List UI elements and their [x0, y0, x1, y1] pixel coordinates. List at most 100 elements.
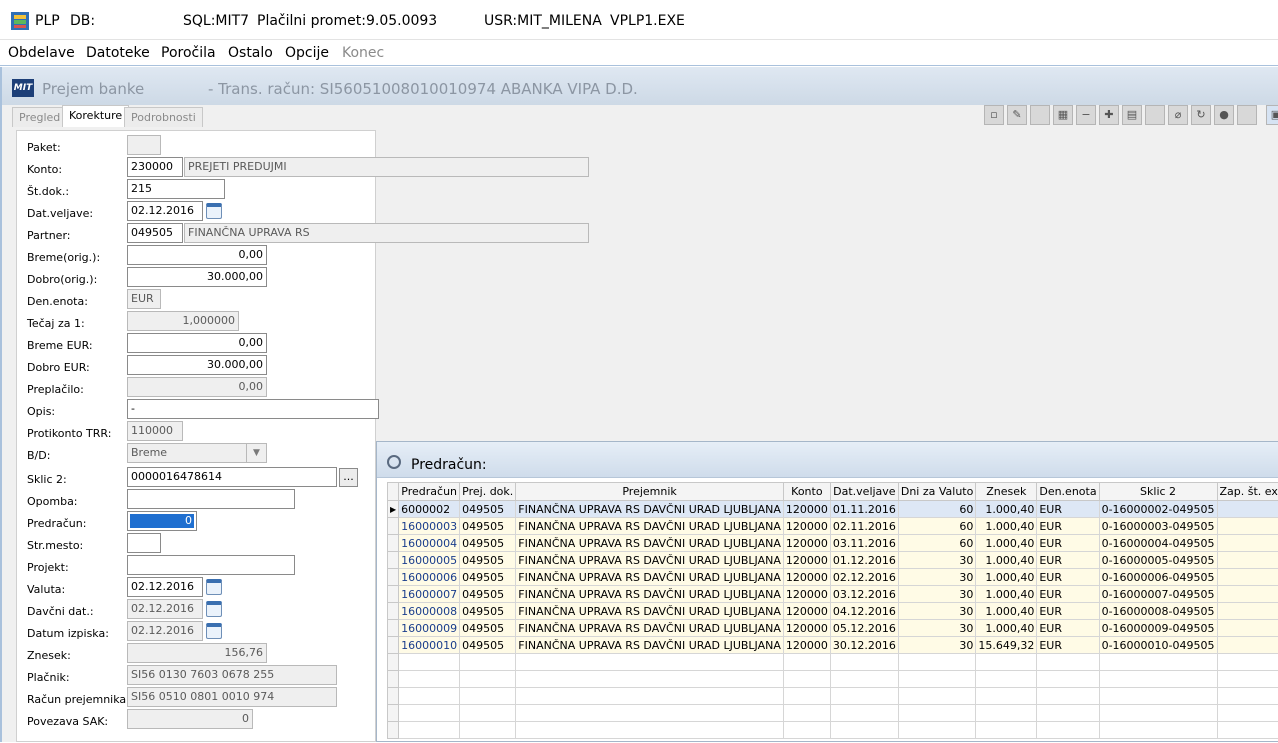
table-cell[interactable]: FINANČNA UPRAVA RS DAVČNI URAD LJUBLJANA — [516, 586, 784, 603]
table-row[interactable]: 16000004049505FINANČNA UPRAVA RS DAVČNI … — [388, 535, 1278, 552]
predracun-field[interactable]: 0 — [127, 511, 197, 531]
table-cell[interactable]: 30.12.2016 — [830, 637, 898, 654]
valuta-field[interactable]: 02.12.2016 — [127, 577, 203, 597]
chevron-down-icon[interactable]: ▼ — [246, 444, 266, 463]
table-cell[interactable]: 30 — [898, 569, 976, 586]
table-cell[interactable]: EUR — [1037, 535, 1099, 552]
table-cell[interactable]: 120000 — [783, 535, 830, 552]
table-cell[interactable]: 0 — [1217, 637, 1278, 654]
table-cell[interactable]: FINANČNA UPRAVA RS DAVČNI URAD LJUBLJANA — [516, 535, 784, 552]
table-cell[interactable] — [898, 688, 976, 705]
table-cell[interactable]: 30 — [898, 620, 976, 637]
grid-icon[interactable]: ▦ — [1053, 105, 1073, 125]
table-cell[interactable] — [1037, 705, 1099, 722]
table-cell[interactable] — [783, 671, 830, 688]
projekt-field[interactable] — [127, 555, 295, 575]
table-cell[interactable]: 16000009 — [399, 620, 460, 637]
table-cell[interactable]: 0-16000010-049505 — [1099, 637, 1217, 654]
breme-eur-field[interactable]: 0,00 — [127, 333, 267, 353]
opis-field[interactable]: - — [127, 399, 379, 419]
dobro-eur-field[interactable]: 30.000,00 — [127, 355, 267, 375]
table-cell[interactable]: 120000 — [783, 620, 830, 637]
table-cell[interactable] — [516, 705, 784, 722]
table-cell[interactable]: 60 — [898, 518, 976, 535]
table-cell[interactable] — [830, 688, 898, 705]
table-cell[interactable]: 0-16000008-049505 — [1099, 603, 1217, 620]
table-cell[interactable] — [830, 654, 898, 671]
konto-field[interactable]: 230000 — [127, 157, 183, 177]
save-icon[interactable]: ▣ — [1266, 105, 1278, 125]
column-header[interactable]: Konto — [783, 483, 830, 501]
paket-field[interactable] — [127, 135, 161, 155]
table-cell[interactable] — [399, 671, 460, 688]
menu-konec[interactable]: Konec — [342, 45, 384, 61]
table-cell[interactable]: 6000002 — [399, 501, 460, 518]
table-cell[interactable]: 120000 — [783, 586, 830, 603]
table-cell[interactable] — [399, 722, 460, 739]
table-cell[interactable] — [1217, 705, 1278, 722]
table-cell[interactable] — [399, 705, 460, 722]
table-cell[interactable] — [516, 722, 784, 739]
table-row[interactable]: 16000003049505FINANČNA UPRAVA RS DAVČNI … — [388, 518, 1278, 535]
table-cell[interactable]: 16000010 — [399, 637, 460, 654]
table-cell[interactable]: 120000 — [783, 637, 830, 654]
partner-field[interactable]: 049505 — [127, 223, 183, 243]
table-cell[interactable]: 04.12.2016 — [830, 603, 898, 620]
table-cell[interactable]: 0-16000002-049505 — [1099, 501, 1217, 518]
menu-porocila[interactable]: Poročila — [161, 45, 216, 61]
table-cell[interactable]: EUR — [1037, 552, 1099, 569]
table-cell[interactable] — [1099, 722, 1217, 739]
table-cell[interactable]: 120000 — [783, 603, 830, 620]
table-cell[interactable]: 049505 — [460, 637, 516, 654]
table-cell[interactable]: 0 — [1217, 501, 1278, 518]
table-cell[interactable]: EUR — [1037, 620, 1099, 637]
dobro-orig-field[interactable]: 30.000,00 — [127, 267, 267, 287]
table-cell[interactable]: 60 — [898, 501, 976, 518]
table-cell[interactable] — [460, 654, 516, 671]
table-cell[interactable]: 120000 — [783, 552, 830, 569]
table-row[interactable] — [388, 722, 1278, 739]
tab-korekture[interactable]: Korekture — [62, 105, 129, 127]
table-cell[interactable]: FINANČNA UPRAVA RS DAVČNI URAD LJUBLJANA — [516, 603, 784, 620]
table-cell[interactable]: FINANČNA UPRAVA RS DAVČNI URAD LJUBLJANA — [516, 637, 784, 654]
edit-pencil-icon[interactable]: ✎ — [1007, 105, 1027, 125]
menu-obdelave[interactable]: Obdelave — [8, 45, 75, 61]
table-row[interactable]: ▶6000002049505FINANČNA UPRAVA RS DAVČNI … — [388, 501, 1278, 518]
table-cell[interactable]: 30 — [898, 637, 976, 654]
table-cell[interactable] — [516, 688, 784, 705]
table-cell[interactable]: 15.649,32 — [976, 637, 1037, 654]
table-cell[interactable] — [898, 722, 976, 739]
table-cell[interactable]: 16000003 — [399, 518, 460, 535]
table-cell[interactable]: EUR — [1037, 518, 1099, 535]
table-cell[interactable]: 60 — [898, 535, 976, 552]
table-cell[interactable]: 16000007 — [399, 586, 460, 603]
table-cell[interactable]: 0-16000005-049505 — [1099, 552, 1217, 569]
column-header[interactable]: Prej. dok. — [460, 483, 516, 501]
table-cell[interactable] — [976, 705, 1037, 722]
table-cell[interactable]: 0 — [1217, 569, 1278, 586]
table-cell[interactable] — [898, 671, 976, 688]
table-row[interactable] — [388, 705, 1278, 722]
table-cell[interactable] — [830, 722, 898, 739]
document-icon[interactable]: ▤ — [1122, 105, 1142, 125]
calendar-icon[interactable] — [206, 203, 222, 219]
calendar-icon[interactable] — [206, 601, 222, 617]
table-cell[interactable] — [1217, 654, 1278, 671]
table-cell[interactable]: 1.000,40 — [976, 501, 1037, 518]
table-cell[interactable] — [898, 654, 976, 671]
table-cell[interactable]: 049505 — [460, 586, 516, 603]
table-cell[interactable] — [783, 705, 830, 722]
table-cell[interactable] — [460, 671, 516, 688]
table-row[interactable] — [388, 654, 1278, 671]
table-row[interactable]: 16000005049505FINANČNA UPRAVA RS DAVČNI … — [388, 552, 1278, 569]
table-cell[interactable]: 1.000,40 — [976, 603, 1037, 620]
sklic2-field[interactable]: 0000016478614 — [127, 467, 337, 487]
tab-podrobnosti[interactable]: Podrobnosti — [124, 107, 203, 127]
tools-icon[interactable]: ✚ — [1099, 105, 1119, 125]
table-cell[interactable]: 30 — [898, 552, 976, 569]
table-cell[interactable]: 1.000,40 — [976, 586, 1037, 603]
stdok-field[interactable]: 215 — [127, 179, 225, 199]
breme-orig-field[interactable]: 0,00 — [127, 245, 267, 265]
table-cell[interactable] — [399, 688, 460, 705]
table-cell[interactable]: 049505 — [460, 552, 516, 569]
